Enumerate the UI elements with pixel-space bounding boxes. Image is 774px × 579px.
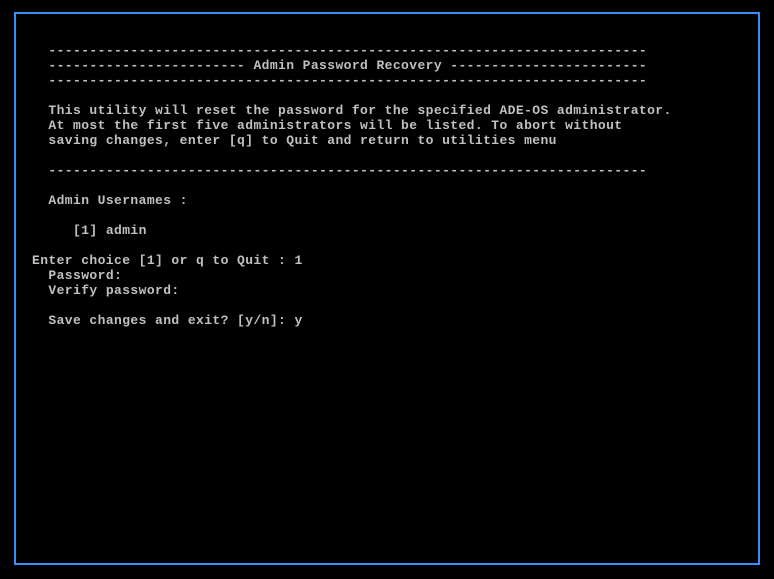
header-rule-bottom: ----------------------------------------… — [48, 73, 647, 88]
save-input-value[interactable]: y — [294, 313, 302, 328]
desc-line-1: This utility will reset the password for… — [48, 103, 671, 118]
desc-line-2: At most the first five administrators wi… — [48, 118, 622, 133]
save-prompt: Save changes and exit? [y/n]: — [48, 313, 294, 328]
terminal-output[interactable]: ----------------------------------------… — [16, 14, 758, 342]
header-title: ------------------------ Admin Password … — [48, 58, 647, 73]
header-rule-top: ----------------------------------------… — [48, 43, 647, 58]
usernames-heading: Admin Usernames : — [48, 193, 187, 208]
password-prompt: Password: — [48, 268, 122, 283]
desc-line-3: saving changes, enter [q] to Quit and re… — [48, 133, 556, 148]
username-entry-1: [1] admin — [73, 223, 147, 238]
choice-prompt: Enter choice [1] or q to Quit : — [32, 253, 294, 268]
verify-password-prompt: Verify password: — [48, 283, 179, 298]
separator-rule: ----------------------------------------… — [48, 163, 647, 178]
choice-input-value[interactable]: 1 — [294, 253, 302, 268]
console-frame: ----------------------------------------… — [14, 12, 760, 565]
